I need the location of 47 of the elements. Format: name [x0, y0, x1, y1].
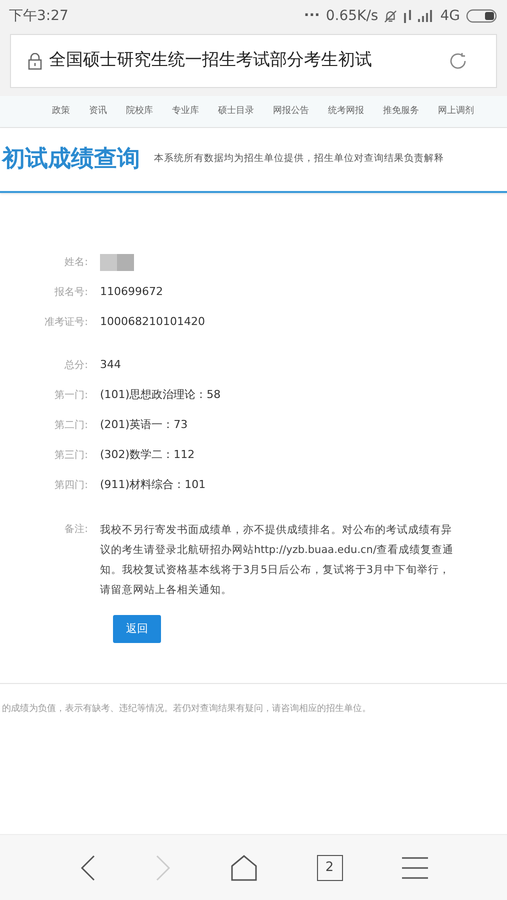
data-arrows-icon	[403, 10, 412, 22]
field-label: 准考证号:	[44, 316, 89, 330]
back-icon[interactable]	[80, 854, 96, 882]
network-type: 4G	[440, 6, 460, 26]
battery-icon	[466, 9, 498, 23]
note-text: 我校不另行寄发书面成绩单，亦不提供成绩排名。对公布的考试成绩有异议的考生请登录北航研招办网站http://yzb.buaa.edu.cn/查看成绩复查通知。我校复试资格基本线将于3月5日后公布，复试将于3月中下旬举行，请留意网站上各相关通知。	[100, 523, 455, 598]
heading-subtitle: 本系统所有数据均为招生单位提供，招生单位对查询结果负责解释	[154, 152, 444, 166]
nav-link[interactable]: 政策	[52, 104, 70, 118]
menu-icon[interactable]	[402, 856, 428, 880]
signal-icon	[418, 10, 434, 22]
page-title: 全国硕士研究生统一招生考试部分考生初试	[49, 49, 372, 72]
nav-link[interactable]: 推免服务	[383, 104, 419, 118]
field-value: 100068210101420	[100, 314, 205, 330]
nav-link[interactable]: 专业库	[172, 104, 199, 118]
score-value: 344	[100, 356, 121, 373]
network-speed: 0.65K/s	[326, 6, 378, 26]
field-label: 报名号:	[54, 286, 89, 300]
address-bar[interactable]: 全国硕士研究生统一招生考试部分考生初试	[10, 34, 497, 88]
score-value: (302)数学二：112	[100, 446, 195, 463]
back-button[interactable]: 返回	[113, 615, 161, 643]
nav-link[interactable]: 网上调剂	[438, 104, 474, 118]
nav-link[interactable]: 资讯	[89, 104, 107, 118]
field-label: 第三门:	[54, 448, 89, 462]
field-label: 姓名:	[64, 256, 89, 270]
reload-icon[interactable]	[448, 51, 468, 71]
page-heading: 初试成绩查询	[2, 145, 140, 174]
field-value: 110699672	[100, 284, 163, 300]
lock-icon	[28, 52, 42, 70]
note-label: 备注:	[64, 522, 89, 537]
nav-link[interactable]: 院校库	[126, 104, 153, 118]
home-icon[interactable]	[230, 854, 258, 882]
nav-link[interactable]: 网报公告	[273, 104, 309, 118]
nav-link[interactable]: 统考网报	[328, 104, 364, 118]
field-label: 第四门:	[54, 478, 89, 492]
field-label: 第一门:	[54, 388, 89, 402]
score-value: (911)材料综合：101	[100, 476, 206, 493]
tabs-button[interactable]: 2	[316, 854, 342, 880]
bell-off-icon	[384, 10, 398, 22]
field-label: 第二门:	[54, 418, 89, 432]
score-value: (201)英语一：73	[100, 416, 188, 433]
nav-link[interactable]: 硕士目录	[218, 104, 254, 118]
clock: 下午3:27	[9, 6, 68, 26]
score-value: (101)思想政治理论：58	[100, 386, 221, 403]
field-label: 总分:	[64, 358, 89, 372]
dots-icon-text: ...	[304, 5, 320, 19]
blurred-name	[100, 254, 134, 270]
footer-note: 的成绩为负值，表示有缺考、违纪等情况。若仍对查询结果有疑问，请咨询相应的招生单位。	[2, 703, 372, 716]
